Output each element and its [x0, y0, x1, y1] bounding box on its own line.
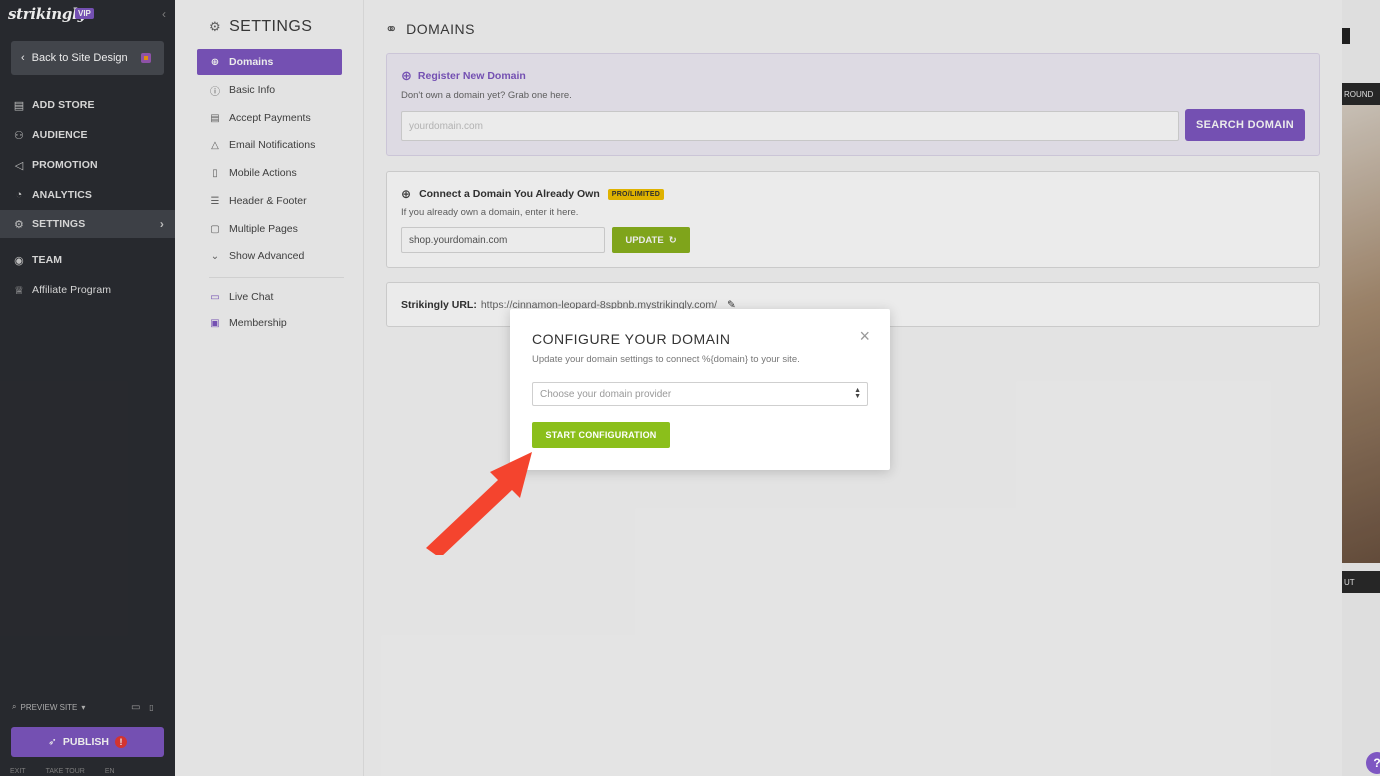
annotation-arrow-shape	[426, 452, 532, 555]
modal-title: CONFIGURE YOUR DOMAIN	[532, 331, 731, 347]
annotation-arrow-icon	[426, 452, 532, 555]
close-icon[interactable]: ×	[859, 327, 870, 345]
domain-provider-select[interactable]: Choose your domain provider ▲ ▼	[532, 382, 868, 406]
select-arrows-icon: ▲ ▼	[854, 387, 861, 400]
modal-subtitle: Update your domain settings to connect %…	[532, 354, 800, 365]
configure-domain-modal: CONFIGURE YOUR DOMAIN × Update your doma…	[510, 309, 890, 470]
start-configuration-button[interactable]: START CONFIGURATION	[532, 422, 670, 448]
domain-provider-placeholder: Choose your domain provider	[540, 388, 672, 400]
